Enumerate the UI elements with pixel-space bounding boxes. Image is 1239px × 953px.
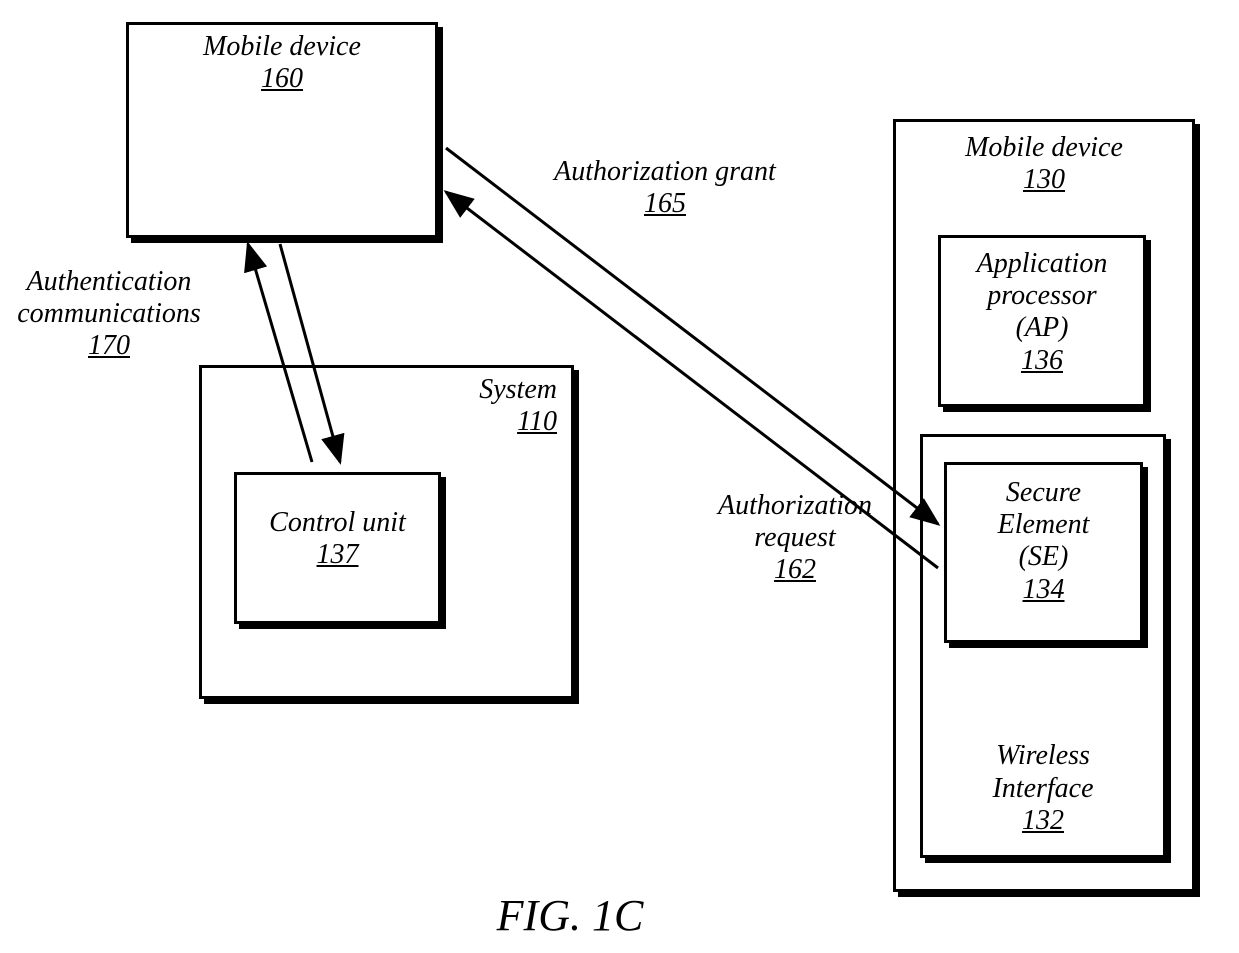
label-mobile-device-160-title: Mobile device [129, 31, 435, 63]
label-system-ref: 110 [479, 406, 557, 438]
label-wi-ref: 132 [923, 805, 1163, 837]
box-application-processor-136: Application processor (AP) 136 [938, 235, 1146, 407]
label-authreq-line2: request [690, 522, 900, 554]
label-control-unit-ref: 137 [237, 539, 438, 571]
label-se-line3: (SE) [947, 541, 1140, 573]
label-authgrant-ref: 165 [520, 188, 810, 220]
figure-caption: FIG. 1C [440, 890, 700, 941]
label-authreq-line1: Authorization [690, 490, 900, 522]
label-control-unit-title: Control unit [237, 507, 438, 539]
label-authentication-communications-170: Authentication communications 170 [0, 266, 224, 363]
box-control-unit-137: Control unit 137 [234, 472, 441, 624]
label-authcomm-ref: 170 [0, 330, 224, 362]
box-mobile-device-160: Mobile device 160 [126, 22, 438, 238]
label-se-line2: Element [947, 509, 1140, 541]
label-system-title: System [479, 374, 557, 406]
diagram-canvas: Mobile device 160 System 110 Control uni… [0, 0, 1239, 953]
label-ap-line2: processor [941, 280, 1143, 312]
label-se-ref: 134 [947, 574, 1140, 606]
label-authorization-grant-165: Authorization grant 165 [520, 156, 810, 220]
label-authcomm-line1: Authentication [0, 266, 224, 298]
label-mobile-device-130-ref: 130 [896, 164, 1192, 196]
label-wi-line1: Wireless [923, 740, 1163, 772]
label-authgrant-line1: Authorization grant [520, 156, 810, 188]
label-authorization-request-162: Authorization request 162 [690, 490, 900, 587]
label-ap-ref: 136 [941, 345, 1143, 377]
label-authreq-ref: 162 [690, 554, 900, 586]
label-ap-line1: Application [941, 248, 1143, 280]
label-mobile-device-160-ref: 160 [129, 63, 435, 95]
label-wi-line2: Interface [923, 773, 1163, 805]
label-authcomm-line2: communications [0, 298, 224, 330]
label-se-line1: Secure [947, 477, 1140, 509]
box-secure-element-134: Secure Element (SE) 134 [944, 462, 1143, 643]
label-ap-line3: (AP) [941, 312, 1143, 344]
label-mobile-device-130-title: Mobile device [896, 132, 1192, 164]
